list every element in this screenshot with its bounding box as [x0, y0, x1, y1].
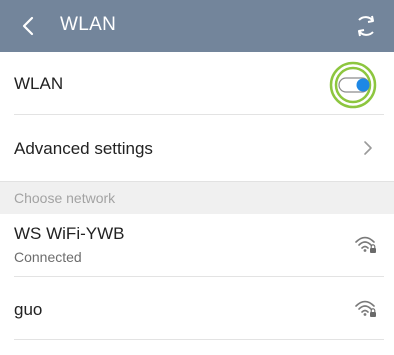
advanced-settings-arrow [360, 136, 376, 160]
section-label: Choose network [14, 190, 116, 206]
wlan-label: WLAN [14, 74, 64, 93]
network-status: Connected [14, 249, 82, 265]
wifi-lock-icon [354, 234, 378, 256]
top-app-bar: WLAN [0, 0, 394, 52]
refresh-icon [358, 15, 374, 37]
network-name: guo [14, 300, 43, 319]
toggle-switch-icon [329, 61, 377, 109]
back-button[interactable] [16, 13, 42, 39]
page-title: WLAN [60, 14, 117, 35]
chevron-left-icon [22, 16, 34, 36]
wlan-settings-screen: WLAN WLAN Advanced settings Choose netwo… [0, 0, 394, 355]
divider [14, 339, 384, 340]
advanced-settings-row[interactable]: Advanced settings [0, 115, 394, 181]
wlan-switch[interactable] [327, 61, 379, 109]
chevron-right-icon [364, 141, 372, 155]
choose-network-header: Choose network [0, 181, 394, 215]
advanced-settings-label: Advanced settings [14, 139, 153, 158]
network-name: WS WiFi-YWB [14, 224, 125, 243]
wifi-lock-icon [354, 298, 378, 320]
network-item[interactable]: guo [0, 277, 394, 339]
network-item[interactable]: WS WiFi-YWB Connected [0, 214, 394, 276]
refresh-button[interactable] [352, 12, 380, 40]
